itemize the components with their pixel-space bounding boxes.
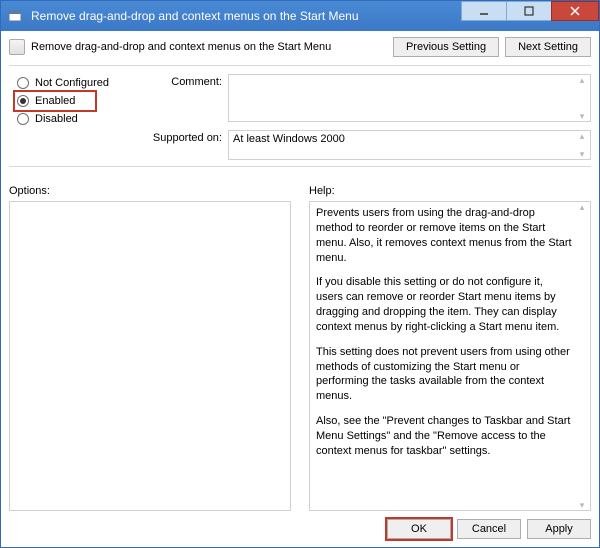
titlebar: Remove drag-and-drop and context menus o… [1, 1, 599, 31]
radio-not-configured[interactable]: Not Configured [15, 74, 134, 92]
scroll-down-icon: ▾ [574, 149, 590, 159]
radio-disabled[interactable]: Disabled [15, 110, 134, 128]
footer: OK Cancel Apply [9, 519, 591, 539]
divider [9, 65, 591, 66]
supported-input: At least Windows 2000 ▴▾ [228, 130, 591, 160]
divider [9, 166, 591, 167]
window-title: Remove drag-and-drop and context menus o… [29, 9, 462, 23]
scroll-down-icon: ▾ [574, 500, 590, 510]
help-text: Also, see the "Prevent changes to Taskba… [316, 414, 572, 459]
header-row: Remove drag-and-drop and context menus o… [9, 37, 591, 57]
policy-icon [9, 39, 25, 55]
maximize-button[interactable] [506, 1, 552, 21]
options-panel[interactable] [9, 201, 291, 511]
scrollbar[interactable]: ▴▾ [574, 202, 590, 510]
state-grid: Not Configured Enabled Disabled Comment:… [9, 74, 591, 160]
comment-label: Comment: [134, 74, 222, 88]
radio-label: Enabled [35, 95, 75, 107]
next-setting-button[interactable]: Next Setting [505, 37, 591, 57]
help-text: If you disable this setting or do not co… [316, 275, 572, 334]
caption-buttons [462, 1, 599, 21]
help-text: Prevents users from using the drag-and-d… [316, 206, 572, 265]
minimize-button[interactable] [461, 1, 507, 21]
close-button[interactable] [551, 1, 599, 21]
policy-name: Remove drag-and-drop and context menus o… [31, 41, 387, 53]
supported-value: At least Windows 2000 [233, 133, 345, 145]
radio-icon [17, 113, 29, 125]
scroll-up-icon: ▴ [574, 75, 590, 85]
app-icon [1, 9, 29, 23]
radio-label: Not Configured [35, 77, 109, 89]
radio-label: Disabled [35, 113, 78, 125]
help-label: Help: [309, 185, 591, 197]
help-panel[interactable]: Prevents users from using the drag-and-d… [309, 201, 591, 511]
fields-column: Comment: ▴▾ Supported on: At least Windo… [134, 74, 591, 160]
ok-button[interactable]: OK [387, 519, 451, 539]
radio-icon [17, 95, 29, 107]
scroll-down-icon: ▾ [574, 111, 590, 121]
mid-row: Options: Help: Prevents users from using… [9, 185, 591, 511]
state-radios: Not Configured Enabled Disabled [9, 74, 134, 160]
help-text: This setting does not prevent users from… [316, 345, 572, 404]
apply-button[interactable]: Apply [527, 519, 591, 539]
radio-icon [17, 77, 29, 89]
options-label: Options: [9, 185, 291, 197]
scroll-up-icon: ▴ [574, 131, 590, 141]
supported-label: Supported on: [134, 130, 222, 144]
radio-enabled[interactable]: Enabled [15, 92, 95, 110]
nav-buttons: Previous Setting Next Setting [393, 37, 591, 57]
scroll-up-icon: ▴ [574, 202, 590, 212]
previous-setting-button[interactable]: Previous Setting [393, 37, 499, 57]
cancel-button[interactable]: Cancel [457, 519, 521, 539]
client-area: Remove drag-and-drop and context menus o… [1, 31, 599, 547]
scrollbar[interactable]: ▴▾ [574, 75, 590, 121]
options-column: Options: [9, 185, 291, 511]
help-column: Help: Prevents users from using the drag… [309, 185, 591, 511]
comment-input[interactable]: ▴▾ [228, 74, 591, 122]
scrollbar[interactable]: ▴▾ [574, 131, 590, 159]
policy-editor-window: Remove drag-and-drop and context menus o… [0, 0, 600, 548]
